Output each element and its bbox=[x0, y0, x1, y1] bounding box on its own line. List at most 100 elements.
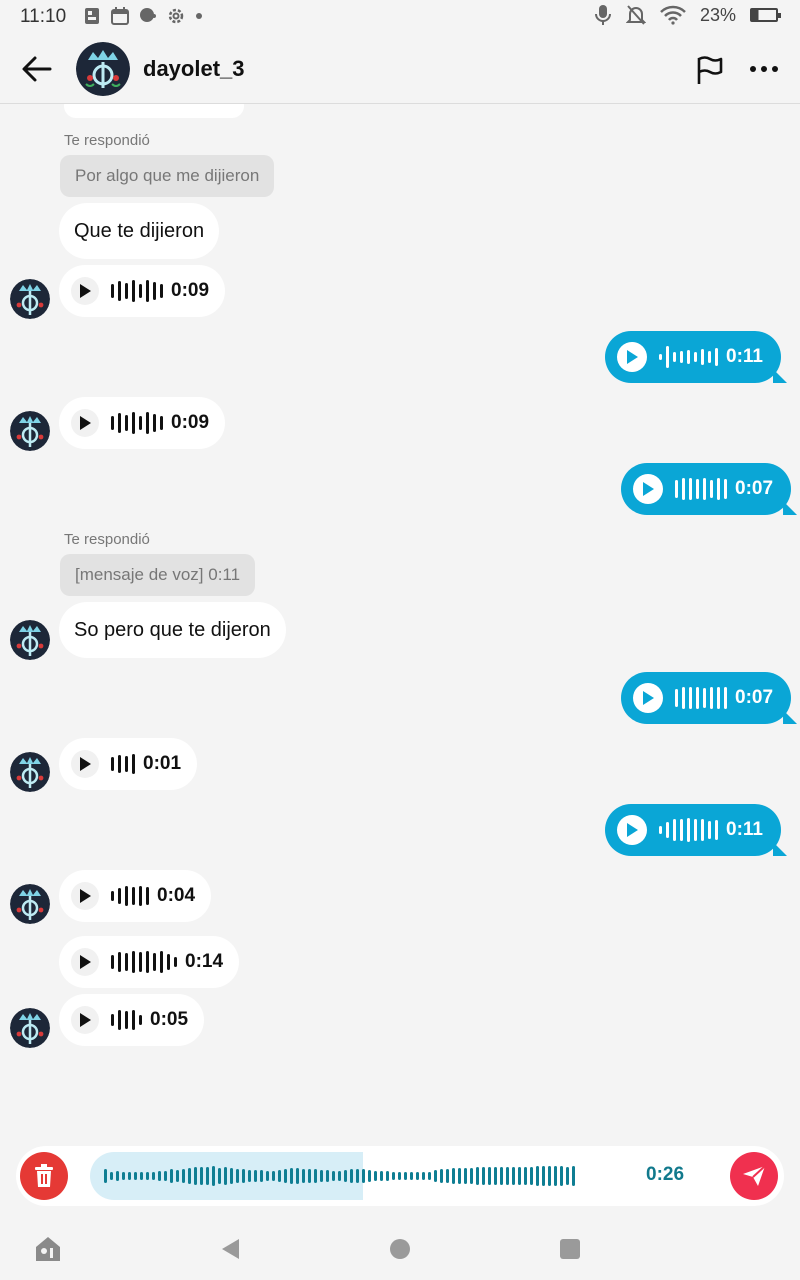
waveform-bar bbox=[682, 478, 685, 500]
recents-nav-button[interactable] bbox=[555, 1234, 585, 1264]
play-button[interactable] bbox=[71, 1006, 99, 1034]
waveform-bar bbox=[566, 1167, 569, 1185]
waveform-bar bbox=[266, 1171, 269, 1181]
waveform-bar bbox=[200, 1167, 203, 1185]
play-button[interactable] bbox=[71, 750, 99, 778]
waveform-bar bbox=[332, 1171, 335, 1181]
waveform-bar bbox=[134, 1172, 137, 1180]
voice-message[interactable]: 0:05 bbox=[59, 994, 205, 1046]
waveform-bar bbox=[680, 819, 683, 841]
waveform-bar bbox=[554, 1166, 557, 1186]
chat-bubble-icon bbox=[140, 8, 156, 22]
waveform-bar bbox=[428, 1172, 431, 1180]
waveform-bar bbox=[164, 1171, 167, 1181]
play-button[interactable] bbox=[617, 342, 647, 372]
message-bubble-partial bbox=[64, 104, 244, 118]
waveform-bar bbox=[146, 887, 149, 905]
delete-recording-button[interactable] bbox=[20, 1152, 68, 1200]
waveform-bar bbox=[118, 1010, 121, 1030]
waveform-bar bbox=[167, 954, 170, 970]
flag-icon[interactable] bbox=[694, 54, 726, 86]
waveform-bar bbox=[572, 1166, 575, 1186]
waveform-bar bbox=[160, 416, 163, 430]
play-icon bbox=[80, 889, 91, 903]
back-arrow-icon[interactable] bbox=[20, 54, 54, 84]
voice-message[interactable]: 0:09 bbox=[59, 397, 226, 449]
avatar[interactable] bbox=[10, 620, 50, 660]
waveform-bar bbox=[724, 479, 727, 499]
waveform-bar bbox=[176, 1170, 179, 1182]
waveform-bar bbox=[326, 1170, 329, 1182]
waveform-bar bbox=[125, 283, 128, 299]
play-button[interactable] bbox=[617, 815, 647, 845]
waveform-bar bbox=[153, 414, 156, 432]
waveform-bar bbox=[687, 818, 690, 842]
avatar[interactable] bbox=[10, 411, 50, 451]
back-nav-button[interactable] bbox=[215, 1234, 245, 1264]
voice-message-sent[interactable]: 0:11 bbox=[605, 804, 781, 856]
play-button[interactable] bbox=[71, 948, 99, 976]
waveform-bar bbox=[717, 687, 720, 709]
waveform-bar bbox=[560, 1166, 563, 1186]
voice-duration: 0:05 bbox=[150, 1009, 189, 1030]
chat-username[interactable]: dayolet_3 bbox=[143, 56, 245, 82]
message-bubble-text[interactable]: So pero que te dijeron bbox=[59, 602, 286, 658]
play-button[interactable] bbox=[71, 277, 99, 305]
avatar[interactable] bbox=[76, 42, 130, 96]
waveform-bar bbox=[710, 480, 713, 498]
avatar[interactable] bbox=[10, 279, 50, 319]
voice-message-sent[interactable]: 0:07 bbox=[621, 672, 792, 724]
waveform-bar bbox=[152, 1172, 155, 1180]
message-bubble-text[interactable]: Que te dijieron bbox=[59, 203, 220, 259]
play-button[interactable] bbox=[633, 474, 663, 504]
waveform-bar bbox=[125, 415, 128, 431]
voice-waveform bbox=[111, 886, 149, 906]
waveform-bar bbox=[689, 687, 692, 709]
voice-message[interactable]: 0:09 bbox=[59, 265, 226, 317]
voice-message-sent[interactable]: 0:07 bbox=[621, 463, 792, 515]
home-app-button[interactable] bbox=[33, 1234, 63, 1264]
waveform-bar bbox=[380, 1171, 383, 1181]
waveform-bar bbox=[701, 349, 704, 365]
voice-duration: 0:09 bbox=[171, 412, 210, 433]
avatar[interactable] bbox=[10, 1008, 50, 1048]
voice-duration: 0:04 bbox=[157, 885, 196, 906]
play-button[interactable] bbox=[633, 683, 663, 713]
quoted-message[interactable]: [mensaje de voz] 0:11 bbox=[60, 554, 256, 596]
voice-message[interactable]: 0:14 bbox=[59, 936, 240, 988]
send-icon bbox=[743, 1165, 766, 1186]
more-icon[interactable] bbox=[746, 56, 782, 82]
avatar[interactable] bbox=[10, 752, 50, 792]
waveform-bar bbox=[715, 348, 718, 366]
waveform-bar bbox=[548, 1166, 551, 1186]
recording-waveform-track[interactable] bbox=[90, 1152, 710, 1200]
send-button[interactable] bbox=[730, 1152, 778, 1200]
voice-message-sent[interactable]: 0:11 bbox=[605, 331, 781, 383]
trash-icon bbox=[35, 1164, 53, 1187]
voice-message[interactable]: 0:04 bbox=[59, 870, 212, 922]
avatar[interactable] bbox=[10, 884, 50, 924]
play-button[interactable] bbox=[71, 882, 99, 910]
quoted-message[interactable]: Por algo que me dijieron bbox=[60, 155, 275, 197]
waveform-bar bbox=[368, 1170, 371, 1182]
waveform-bar bbox=[470, 1168, 473, 1184]
waveform-bar bbox=[708, 351, 711, 363]
waveform-bar bbox=[404, 1172, 407, 1180]
message-list[interactable]: Te respondió Por algo que me dijieron Qu… bbox=[0, 104, 800, 1144]
waveform-bar bbox=[132, 412, 135, 434]
waveform-bar bbox=[434, 1170, 437, 1182]
voice-duration: 0:07 bbox=[735, 687, 774, 708]
waveform-bar bbox=[314, 1169, 317, 1183]
waveform-bar bbox=[494, 1167, 497, 1185]
waveform-bar bbox=[710, 687, 713, 709]
home-nav-button[interactable] bbox=[385, 1234, 415, 1264]
waveform-bar bbox=[224, 1167, 227, 1185]
waveform-bar bbox=[524, 1167, 527, 1185]
waveform-bar bbox=[320, 1170, 323, 1182]
waveform-bar bbox=[675, 689, 678, 707]
voice-duration: 0:01 bbox=[143, 753, 182, 774]
play-button[interactable] bbox=[71, 409, 99, 437]
waveform-bar bbox=[500, 1167, 503, 1185]
voice-message[interactable]: 0:01 bbox=[59, 738, 198, 790]
waveform-bar bbox=[140, 1172, 143, 1180]
